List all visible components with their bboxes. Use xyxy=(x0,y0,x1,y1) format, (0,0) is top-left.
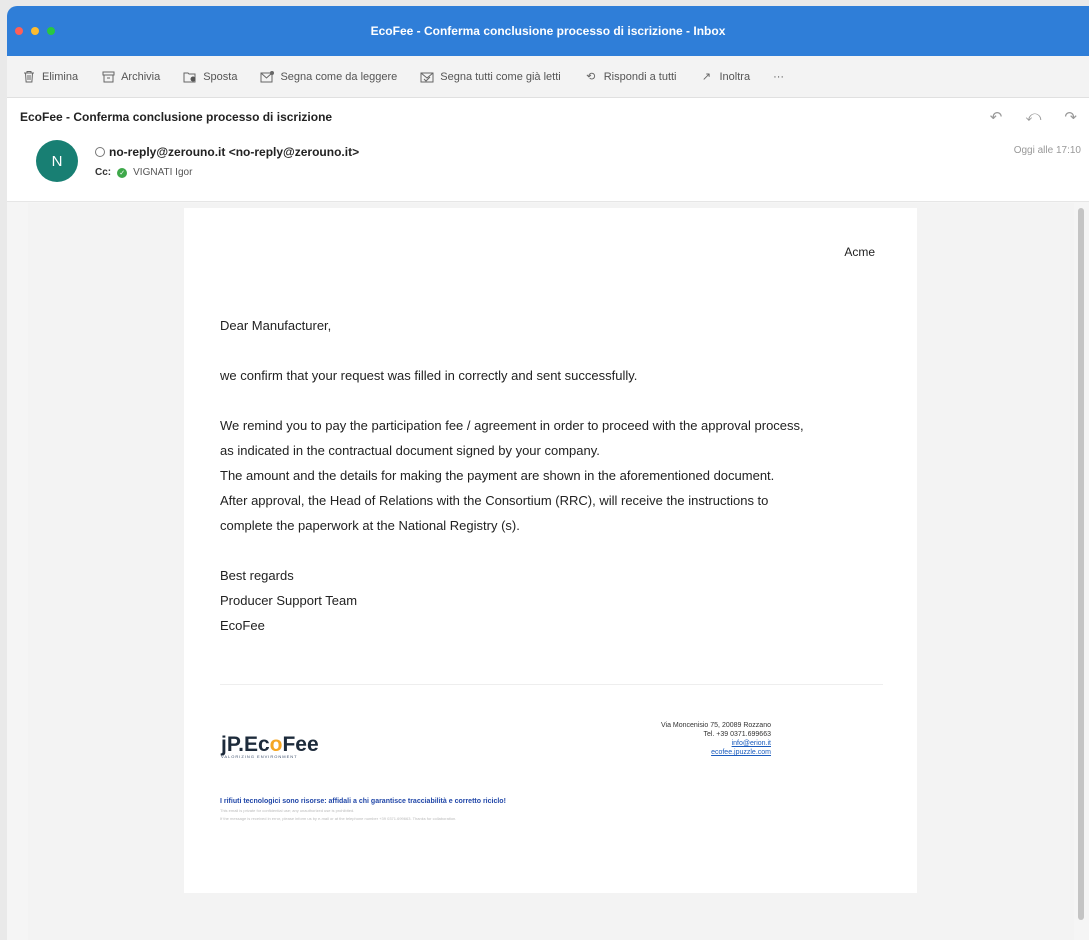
delete-label: Elimina xyxy=(42,70,79,83)
archive-icon xyxy=(101,70,115,84)
minimize-window-button[interactable] xyxy=(31,27,39,35)
address: Via Moncenisio 75, 20089 Rozzano xyxy=(660,722,771,729)
logo-text-b: o xyxy=(269,733,283,756)
closing-line-3: EcoFee xyxy=(220,618,265,633)
forward-label: Inoltra xyxy=(719,70,751,83)
trash-icon xyxy=(22,70,36,84)
reminder-line-4: After approval, the Head of Relations wi… xyxy=(220,493,769,508)
reply-icon[interactable]: ↶ xyxy=(990,108,1003,126)
move-icon xyxy=(183,70,197,84)
email-text: Dear Manufacturer, we confirm that your … xyxy=(220,313,895,663)
ecofee-logo: jP.EcoFee VALORIZING ENVIRONMENT xyxy=(221,733,319,759)
reply-all-icon: ⟲ xyxy=(586,71,596,83)
forward-icon: ↗ xyxy=(701,71,712,83)
message-date: Oggi alle 17:10 xyxy=(1013,145,1081,156)
disclaimer: This email is private for confidential u… xyxy=(220,807,456,823)
move-button[interactable]: Sposta xyxy=(183,70,237,84)
mark-all-read-label: Segna tutti come già letti xyxy=(440,70,561,83)
mail-read-icon xyxy=(420,70,434,84)
more-button[interactable]: ··· xyxy=(773,71,784,83)
logo-text-c: Fee xyxy=(282,733,319,756)
archive-label: Archivia xyxy=(121,70,161,83)
title-bar: EcoFee - Conferma conclusione processo d… xyxy=(7,6,1089,56)
email-content: Acme Dear Manufacturer, we confirm that … xyxy=(184,208,917,893)
disclaimer-line-1: This email is private for confidential u… xyxy=(220,808,355,813)
forward-button[interactable]: ↗ Inoltra xyxy=(700,70,751,84)
contact-info: Via Moncenisio 75, 20089 Rozzano Tel. +3… xyxy=(627,721,771,757)
reminder-line-2: as indicated in the contractual document… xyxy=(220,443,600,458)
paragraph-confirm: we confirm that your request was filled … xyxy=(220,368,638,383)
avatar: N xyxy=(36,140,78,182)
scrollbar[interactable] xyxy=(1078,208,1084,920)
window-title: EcoFee - Conferma conclusione processo d… xyxy=(370,24,726,38)
cc-label: Cc: xyxy=(95,167,112,178)
mail-window: EcoFee - Conferma conclusione processo d… xyxy=(7,6,1089,940)
forward-header-icon[interactable]: ↷ xyxy=(1064,108,1077,126)
mark-unread-label: Segna come da leggere xyxy=(280,70,398,83)
slogan: I rifiuti tecnologici sono risorse: affi… xyxy=(220,798,506,805)
close-window-button[interactable] xyxy=(15,27,23,35)
company-name: Acme xyxy=(844,245,875,259)
cc-recipient[interactable]: VIGNATI Igor xyxy=(133,167,192,178)
message-subject: EcoFee - Conferma conclusione processo d… xyxy=(20,110,333,124)
message-header: EcoFee - Conferma conclusione processo d… xyxy=(7,98,1089,202)
paragraph-reminder: We remind you to pay the participation f… xyxy=(220,413,895,538)
website-link[interactable]: ecofee.jpuzzle.com xyxy=(711,749,771,756)
divider xyxy=(220,684,883,685)
move-label: Sposta xyxy=(203,70,238,83)
window-controls xyxy=(15,27,55,35)
archive-button[interactable]: Archivia xyxy=(101,70,160,84)
reminder-line-1: We remind you to pay the participation f… xyxy=(220,418,804,433)
mark-unread-button[interactable]: Segna come da leggere xyxy=(260,70,397,84)
closing-line-2: Producer Support Team xyxy=(220,593,358,608)
closing-line-1: Best regards xyxy=(220,568,294,583)
header-actions: ↶ ⤺ ↷ xyxy=(990,108,1077,126)
more-icon: ··· xyxy=(773,70,785,83)
telephone: Tel. +39 0371.699663 xyxy=(703,731,771,738)
reply-all-label: Rispondi a tutti xyxy=(603,70,677,83)
greeting: Dear Manufacturer, xyxy=(220,318,332,333)
sender[interactable]: no-reply@zerouno.it <no-reply@zerouno.it… xyxy=(95,145,359,159)
sender-address: no-reply@zerouno.it <no-reply@zerouno.it… xyxy=(109,145,360,159)
verified-check-icon: ✓ xyxy=(117,167,128,178)
reminder-line-3: The amount and the details for making th… xyxy=(220,468,775,483)
logo-text-a: jP.Ec xyxy=(221,733,270,756)
mark-all-read-button[interactable]: Segna tutti come già letti xyxy=(420,70,561,84)
disclaimer-line-2: If the message is received in error, ple… xyxy=(220,816,457,821)
mail-unread-icon xyxy=(260,70,275,84)
unread-circle-icon xyxy=(95,147,105,157)
email-link[interactable]: info@erion.it xyxy=(732,740,771,747)
reply-all-header-icon[interactable]: ⤺ xyxy=(1025,108,1041,126)
zoom-window-button[interactable] xyxy=(47,27,55,35)
closing: Best regards Producer Support Team EcoFe… xyxy=(220,563,895,638)
cc-row: Cc: ✓ VIGNATI Igor xyxy=(95,167,192,178)
toolbar: Elimina Archivia Sposta Segna come da le… xyxy=(7,56,1089,98)
reminder-line-5: complete the paperwork at the National R… xyxy=(220,518,520,533)
delete-button[interactable]: Elimina xyxy=(22,70,78,84)
reply-all-button[interactable]: ⟲ Rispondi a tutti xyxy=(584,70,677,84)
